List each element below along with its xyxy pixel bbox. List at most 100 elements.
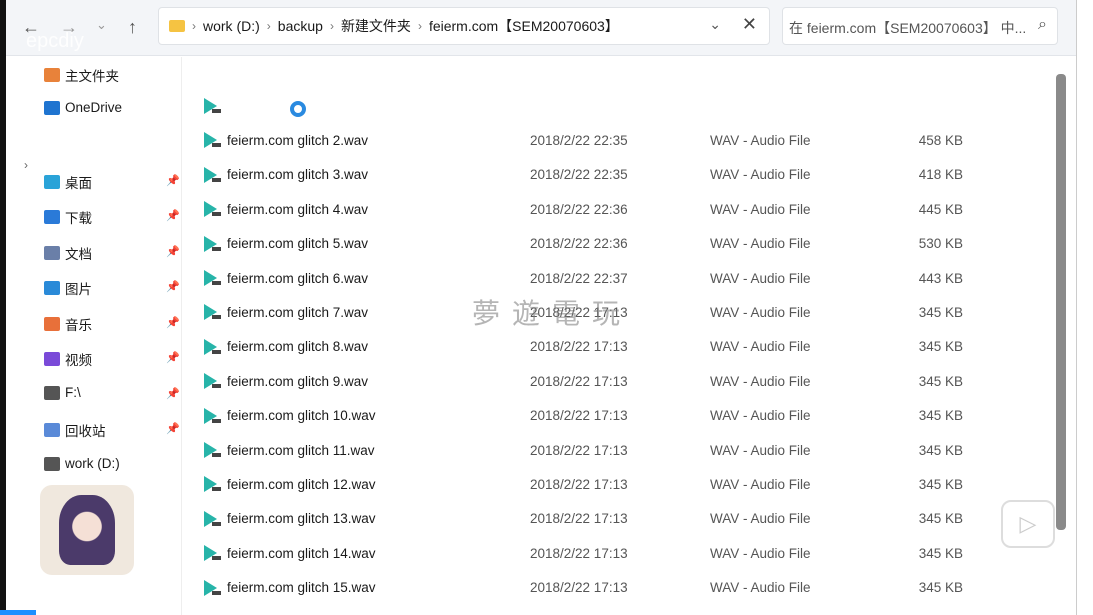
file-size: 345 KB: [918, 442, 963, 458]
audio-file-icon: [203, 166, 221, 184]
file-size: 345 KB: [918, 511, 963, 527]
audio-file-icon: [203, 407, 221, 425]
file-size: 458 KB: [918, 132, 963, 148]
breadcrumb-item[interactable]: feierm.com【SEM20070603】: [429, 16, 619, 36]
file-row[interactable]: feierm.com glitch 11.wav 2018/2/22 17:13 W…: [203, 438, 1043, 462]
file-row[interactable]: feierm.com glitch 15.wav 2018/2/22 17:13 W…: [203, 576, 1043, 600]
sidebar-item-label: OneDrive: [65, 100, 123, 115]
file-type: WAV - Audio File: [710, 339, 811, 355]
file-date: 2018/2/22 22:36: [530, 201, 628, 217]
file-name: feierm.com glitch 9.wav: [227, 373, 369, 389]
document-icon: [44, 246, 60, 260]
file-date: 2018/2/22 17:13: [530, 511, 628, 527]
play-button[interactable]: ▷: [1001, 500, 1055, 548]
file-type: WAV - Audio File: [710, 511, 811, 527]
file-name: feierm.com glitch 10.wav: [227, 408, 376, 424]
file-type: WAV - Audio File: [710, 442, 811, 458]
search-placeholder: 在 feierm.com【SEM20070603】 中...: [789, 20, 1027, 36]
loading-cursor-icon: [290, 101, 306, 117]
file-row[interactable]: [203, 94, 1043, 118]
sidebar-item-label: 图片: [65, 282, 92, 297]
file-size: 345 KB: [918, 304, 963, 320]
cloud-icon: [44, 100, 60, 115]
breadcrumb-item[interactable]: backup: [278, 18, 323, 34]
file-row[interactable]: feierm.com glitch 6.wav 2018/2/22 22:37 WA…: [203, 266, 1043, 290]
sidebar-item[interactable]: F:\: [44, 385, 81, 400]
file-size: 345 KB: [918, 339, 963, 355]
up-button[interactable]: ↑: [128, 17, 137, 38]
sidebar-item-label: 视频: [65, 353, 92, 368]
file-type: WAV - Audio File: [710, 580, 811, 596]
search-input[interactable]: 在 feierm.com【SEM20070603】 中... ⌕: [782, 7, 1058, 45]
sidebar-item[interactable]: 主文件夹: [44, 65, 119, 85]
audio-file-icon: [203, 441, 221, 459]
close-icon[interactable]: ✕: [742, 14, 757, 35]
file-row[interactable]: feierm.com glitch 3.wav 2018/2/22 22:35 WA…: [203, 163, 1043, 187]
file-size: 345 KB: [918, 476, 963, 492]
file-row[interactable]: feierm.com glitch 2.wav 2018/2/22 22:35 WA…: [203, 128, 1043, 152]
breadcrumb-item[interactable]: work (D:): [203, 18, 260, 34]
sidebar-item[interactable]: 下载: [44, 207, 92, 227]
audio-file-icon: [203, 510, 221, 528]
audio-file-icon: [203, 372, 221, 390]
audio-file-icon: [203, 303, 221, 321]
pin-icon: 📌: [166, 352, 180, 364]
file-name: feierm.com glitch 7.wav: [227, 304, 369, 320]
file-row[interactable]: feierm.com glitch 14.wav 2018/2/22 17:13 W…: [203, 541, 1043, 565]
pin-icon: 📌: [166, 317, 180, 329]
file-row[interactable]: feierm.com glitch 12.wav 2018/2/22 17:13 W…: [203, 472, 1043, 496]
chevron-right-icon[interactable]: ›: [24, 158, 28, 172]
sidebar-item[interactable]: work (D:): [44, 456, 120, 471]
file-type: WAV - Audio File: [710, 408, 811, 424]
file-date: 2018/2/22 17:13: [530, 580, 628, 596]
download-icon: [44, 210, 60, 224]
recent-locations-button[interactable]: ⌄: [96, 17, 107, 33]
sidebar-item[interactable]: 图片: [44, 278, 92, 298]
sidebar-item[interactable]: 回收站: [44, 420, 106, 440]
file-name: feierm.com glitch 3.wav: [227, 167, 369, 183]
audio-file-icon: [203, 235, 221, 253]
file-size: 530 KB: [918, 236, 963, 252]
file-date: 2018/2/22 17:13: [530, 408, 628, 424]
file-date: 2018/2/22 22:35: [530, 167, 628, 183]
sidebar-item-label: 音乐: [65, 318, 92, 333]
file-row[interactable]: feierm.com glitch 5.wav 2018/2/22 22:36 WA…: [203, 232, 1043, 256]
sidebar-item-label: 桌面: [65, 176, 92, 191]
file-type: WAV - Audio File: [710, 304, 811, 320]
audio-file-icon: [203, 579, 221, 597]
file-row[interactable]: feierm.com glitch 10.wav 2018/2/22 17:13 W…: [203, 404, 1043, 428]
file-size: 345 KB: [918, 545, 963, 561]
folder-icon: [169, 20, 185, 32]
file-date: 2018/2/22 22:37: [530, 270, 628, 286]
file-type: WAV - Audio File: [710, 201, 811, 217]
file-date: 2018/2/22 17:13: [530, 339, 628, 355]
drive-icon: [44, 456, 60, 471]
sidebar-item[interactable]: OneDrive: [44, 100, 122, 115]
drive-icon: [44, 385, 60, 400]
chevron-down-icon[interactable]: ⌄: [709, 16, 721, 33]
progress-indicator: [0, 610, 36, 615]
address-bar[interactable]: › work (D:) › backup › 新建文件夹 › feierm.com【SE…: [158, 7, 770, 45]
scrollbar[interactable]: [1056, 74, 1066, 530]
sidebar-item[interactable]: 视频: [44, 349, 92, 369]
sidebar-item[interactable]: 文档: [44, 243, 92, 263]
file-type: WAV - Audio File: [710, 270, 811, 286]
sidebar-item[interactable]: 音乐: [44, 314, 92, 334]
file-size: 418 KB: [918, 167, 963, 183]
file-row[interactable]: feierm.com glitch 8.wav 2018/2/22 17:13 WA…: [203, 335, 1043, 359]
file-row[interactable]: feierm.com glitch 4.wav 2018/2/22 22:36 WA…: [203, 197, 1043, 221]
file-name: feierm.com glitch 5.wav: [227, 236, 369, 252]
sidebar-item-label: work (D:): [65, 456, 120, 471]
window-edge: [1076, 0, 1093, 615]
file-row[interactable]: feierm.com glitch 9.wav 2018/2/22 17:13 WA…: [203, 369, 1043, 393]
sidebar-item-label: F:\: [65, 385, 81, 400]
file-name: feierm.com glitch 2.wav: [227, 132, 369, 148]
watermark: 夢遊電玩: [472, 298, 633, 329]
sidebar-item[interactable]: 桌面: [44, 172, 92, 192]
file-date: 2018/2/22 17:13: [530, 476, 628, 492]
pin-icon: 📌: [166, 246, 180, 258]
file-list: feierm.com glitch 2.wav 2018/2/22 22:35 WA…: [183, 57, 1053, 615]
file-row[interactable]: feierm.com glitch 13.wav 2018/2/22 17:13 W…: [203, 507, 1043, 531]
pin-icon: 📌: [166, 175, 180, 187]
breadcrumb-item[interactable]: 新建文件夹: [341, 16, 411, 36]
